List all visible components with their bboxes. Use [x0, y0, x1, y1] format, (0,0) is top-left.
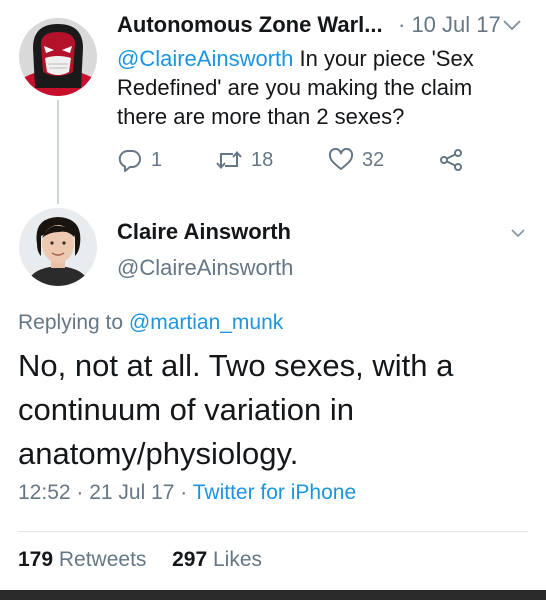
- mention-link[interactable]: @ClaireAinsworth: [117, 46, 293, 71]
- chevron-down-icon[interactable]: [502, 18, 522, 32]
- retweets-stat[interactable]: 179 Retweets: [18, 548, 146, 571]
- replying-to-link[interactable]: @martian_munk: [129, 311, 283, 334]
- retweet-button[interactable]: 18: [215, 145, 273, 175]
- avatar-claire-ainsworth[interactable]: [19, 208, 97, 286]
- retweet-count: 18: [251, 148, 274, 171]
- retweet-icon: [216, 150, 242, 170]
- replying-to-prefix: Replying to: [18, 311, 129, 334]
- parent-timestamp[interactable]: · 10 Jul 17: [398, 12, 501, 38]
- parent-action-bar: 1 18 32: [117, 145, 517, 175]
- author-display-name[interactable]: Claire Ainsworth: [117, 219, 291, 245]
- main-tweet-text: No, not at all. Two sexes, with a contin…: [18, 348, 454, 471]
- thread-connector: [57, 100, 59, 204]
- share-button[interactable]: [439, 145, 463, 175]
- tweet-source-link[interactable]: Twitter for iPhone: [193, 481, 356, 504]
- bottom-bar: [0, 590, 546, 600]
- heart-icon: [328, 148, 354, 170]
- share-icon: [440, 149, 462, 171]
- like-button[interactable]: 32: [328, 145, 384, 175]
- likes-stat-label: Likes: [207, 548, 263, 571]
- divider: [18, 531, 528, 532]
- chevron-down-icon[interactable]: [510, 226, 526, 238]
- author-handle[interactable]: @ClaireAinsworth: [117, 255, 293, 281]
- like-count: 32: [362, 148, 385, 171]
- tweet-timestamp: 12:52 · 21 Jul 17 ·: [18, 481, 193, 504]
- retweets-stat-label: Retweets: [53, 548, 147, 571]
- reply-icon: [118, 149, 141, 172]
- likes-stat-count: 297: [172, 548, 208, 571]
- likes-stat[interactable]: 297 Likes: [172, 548, 262, 571]
- replying-to-line: Replying to @martian_munk: [18, 311, 283, 335]
- retweets-stat-count: 179: [18, 548, 54, 571]
- reply-count: 1: [151, 148, 163, 171]
- engagement-stats: 179 Retweets 297 Likes: [18, 548, 262, 572]
- tweet-meta: 12:52 · 21 Jul 17 · Twitter for iPhone: [18, 481, 356, 505]
- parent-tweet-text: @ClaireAinsworth In your piece 'Sex Rede…: [117, 44, 517, 131]
- avatar-autonomous-zone[interactable]: [19, 18, 97, 96]
- reply-button[interactable]: 1: [117, 145, 162, 175]
- parent-display-name[interactable]: Autonomous Zone Warl...: [117, 12, 383, 38]
